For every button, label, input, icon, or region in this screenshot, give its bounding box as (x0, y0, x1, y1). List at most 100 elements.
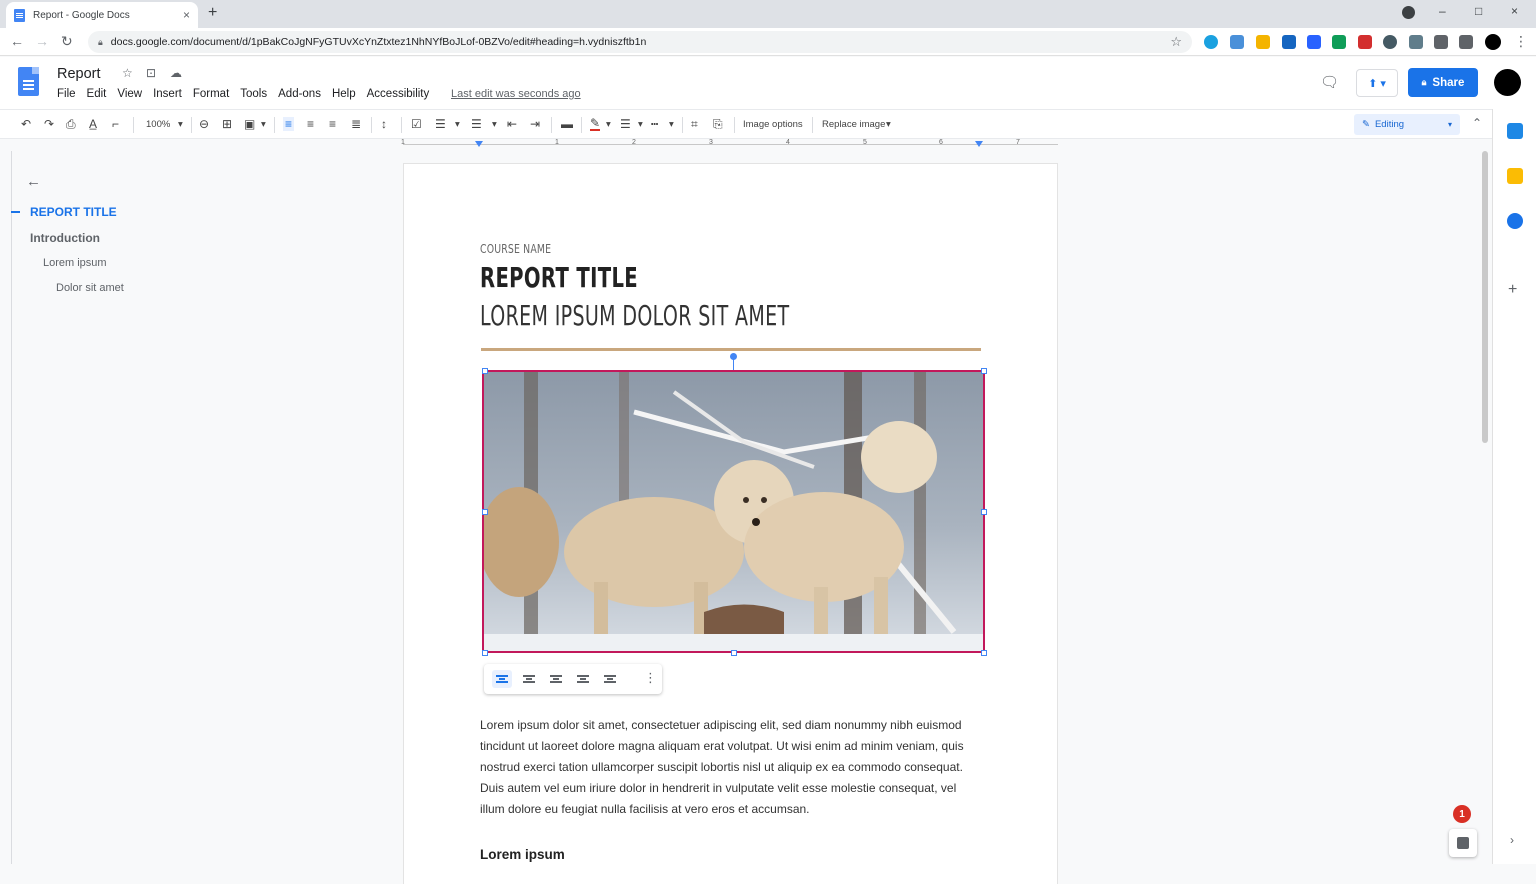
report-title[interactable]: REPORT TITLE (480, 261, 638, 294)
border-icon[interactable]: ▬ (561, 117, 573, 131)
replace-image-button[interactable]: Replace image (822, 119, 885, 130)
chevron-down-icon[interactable]: ▾ (261, 119, 266, 130)
tab-close-icon[interactable]: × (183, 8, 190, 22)
resize-handle-left[interactable] (482, 509, 488, 515)
scrollbar[interactable] (1479, 151, 1489, 864)
extension-link-icon[interactable] (1409, 35, 1423, 49)
comment-history-icon[interactable]: 🗨︎ (1320, 73, 1339, 91)
resize-handle-bottom-left[interactable] (482, 650, 488, 656)
resize-handle-top-right[interactable] (981, 368, 987, 374)
menu-accessibility[interactable]: Accessibility (367, 88, 430, 100)
last-edit-link[interactable]: Last edit was seconds ago (451, 88, 581, 100)
bulleted-list-icon[interactable]: ☰ (435, 117, 446, 131)
line-spacing-icon[interactable]: ↕ (381, 117, 387, 131)
browser-tab[interactable]: Report - Google Docs × (6, 2, 198, 28)
menu-file[interactable]: File (57, 88, 76, 100)
link-icon[interactable]: ⊖ (199, 117, 209, 131)
menu-format[interactable]: Format (193, 88, 229, 100)
zoom-select[interactable]: 100% (146, 119, 170, 130)
undo-icon[interactable]: ↶ (21, 117, 31, 131)
chevron-right-icon[interactable]: › (1510, 833, 1514, 847)
extension-pen-icon[interactable] (1282, 35, 1296, 49)
wrap-text-button[interactable] (519, 670, 539, 688)
address-bar[interactable]: 🔒︎ docs.google.com/document/d/1pBakCoJgN… (88, 31, 1192, 53)
resize-handle-bottom[interactable] (731, 650, 737, 656)
menu-tools[interactable]: Tools (240, 88, 267, 100)
chevron-down-icon[interactable]: ▾ (638, 119, 643, 130)
spellcheck-icon[interactable]: A̲ (89, 117, 97, 131)
border-weight-icon[interactable]: ☰ (620, 117, 631, 131)
chevron-down-icon[interactable]: ▾ (455, 119, 460, 130)
print-icon[interactable]: ⎙ (66, 117, 76, 132)
extension-circle-icon[interactable] (1383, 35, 1397, 49)
extension-screen-icon[interactable] (1307, 35, 1321, 49)
resize-handle-top-left[interactable] (482, 368, 488, 374)
explore-button[interactable] (1449, 829, 1477, 857)
extensions-puzzle-icon[interactable] (1434, 35, 1448, 49)
image-options-button[interactable]: Image options (743, 119, 803, 130)
forward-icon[interactable]: → (35, 33, 49, 49)
present-button[interactable]: ⬆︎ ▾ (1356, 69, 1398, 97)
reload-icon[interactable]: ↻ (61, 33, 73, 50)
body-paragraph[interactable]: Lorem ipsum dolor sit amet, consectetuer… (480, 715, 972, 820)
back-icon[interactable]: ← (10, 33, 24, 49)
in-front-of-text-button[interactable] (600, 670, 620, 688)
horizontal-ruler[interactable]: 1 1 2 3 4 5 6 7 (401, 139, 1058, 151)
profile-dot-icon[interactable] (1402, 6, 1415, 19)
border-color-icon[interactable]: ✎ (590, 117, 601, 131)
document-page[interactable]: COURSE NAME REPORT TITLE LOREM IPSUM DOL… (404, 164, 1057, 884)
report-subtitle[interactable]: LOREM IPSUM DOLOR SIT AMET (480, 299, 789, 332)
section-heading[interactable]: Lorem ipsum (480, 847, 565, 862)
editing-mode-select[interactable]: ✎ Editing ▾ (1354, 114, 1460, 135)
menu-insert[interactable]: Insert (153, 88, 182, 100)
course-name[interactable]: COURSE NAME (480, 242, 551, 256)
chevron-down-icon[interactable]: ▾ (886, 119, 891, 130)
menu-help[interactable]: Help (332, 88, 356, 100)
justify-icon[interactable]: ≣ (351, 117, 361, 131)
left-indent-marker[interactable] (475, 141, 483, 147)
indent-increase-icon[interactable]: ⇥ (530, 117, 540, 131)
break-text-button[interactable] (546, 670, 566, 688)
account-avatar[interactable] (1494, 69, 1521, 96)
behind-text-button[interactable] (573, 670, 593, 688)
menu-view[interactable]: View (117, 88, 142, 100)
bookmark-star-icon[interactable]: ☆ (1170, 34, 1182, 50)
resize-handle-right[interactable] (981, 509, 987, 515)
extension-account-icon[interactable] (1230, 35, 1244, 49)
cloud-status-icon[interactable]: ☁︎ (170, 66, 182, 80)
crop-icon[interactable]: ⌗ (691, 117, 698, 132)
keep-icon[interactable] (1507, 168, 1523, 184)
scrollbar-thumb[interactable] (1482, 151, 1488, 443)
minimize-button[interactable]: – (1439, 4, 1446, 18)
chevron-down-icon[interactable]: ▾ (492, 119, 497, 130)
chevron-down-icon[interactable]: ▾ (178, 119, 183, 130)
reading-list-icon[interactable] (1459, 35, 1473, 49)
indent-decrease-icon[interactable]: ⇤ (507, 117, 517, 131)
resize-handle-bottom-right[interactable] (981, 650, 987, 656)
more-options-icon[interactable]: ⋮ (644, 670, 657, 686)
outline-item-lorem-ipsum[interactable]: Lorem ipsum (43, 257, 107, 269)
move-folder-icon[interactable]: ⊡ (146, 66, 156, 80)
wrap-inline-button[interactable] (492, 670, 512, 688)
reset-image-icon[interactable]: ⎘ (713, 117, 723, 132)
align-right-icon[interactable]: ≡ (329, 117, 336, 131)
docs-logo-icon[interactable] (18, 67, 39, 96)
browser-profile-avatar[interactable] (1485, 34, 1501, 50)
extension-beta-icon[interactable] (1332, 35, 1346, 49)
outline-item-introduction[interactable]: Introduction (30, 231, 100, 245)
chevron-down-icon[interactable]: ▾ (669, 119, 674, 130)
image-icon[interactable]: ▣ (244, 117, 255, 131)
align-center-icon[interactable]: ≡ (307, 117, 314, 131)
comment-add-icon[interactable]: ⊞ (222, 117, 232, 131)
get-add-ons-icon[interactable]: + (1508, 281, 1517, 299)
outline-item-report-title[interactable]: REPORT TITLE (30, 205, 117, 219)
vertical-ruler[interactable] (0, 151, 12, 864)
tasks-icon[interactable] (1507, 213, 1523, 229)
extension-shield-icon[interactable] (1358, 35, 1372, 49)
paint-format-icon[interactable]: ⌐ (112, 117, 119, 131)
new-tab-button[interactable]: + (208, 4, 217, 22)
redo-icon[interactable]: ↷ (44, 117, 54, 131)
extension-folder-icon[interactable] (1256, 35, 1270, 49)
chevron-up-icon[interactable]: ⌃ (1472, 116, 1482, 130)
document-title[interactable]: Report (57, 66, 101, 82)
